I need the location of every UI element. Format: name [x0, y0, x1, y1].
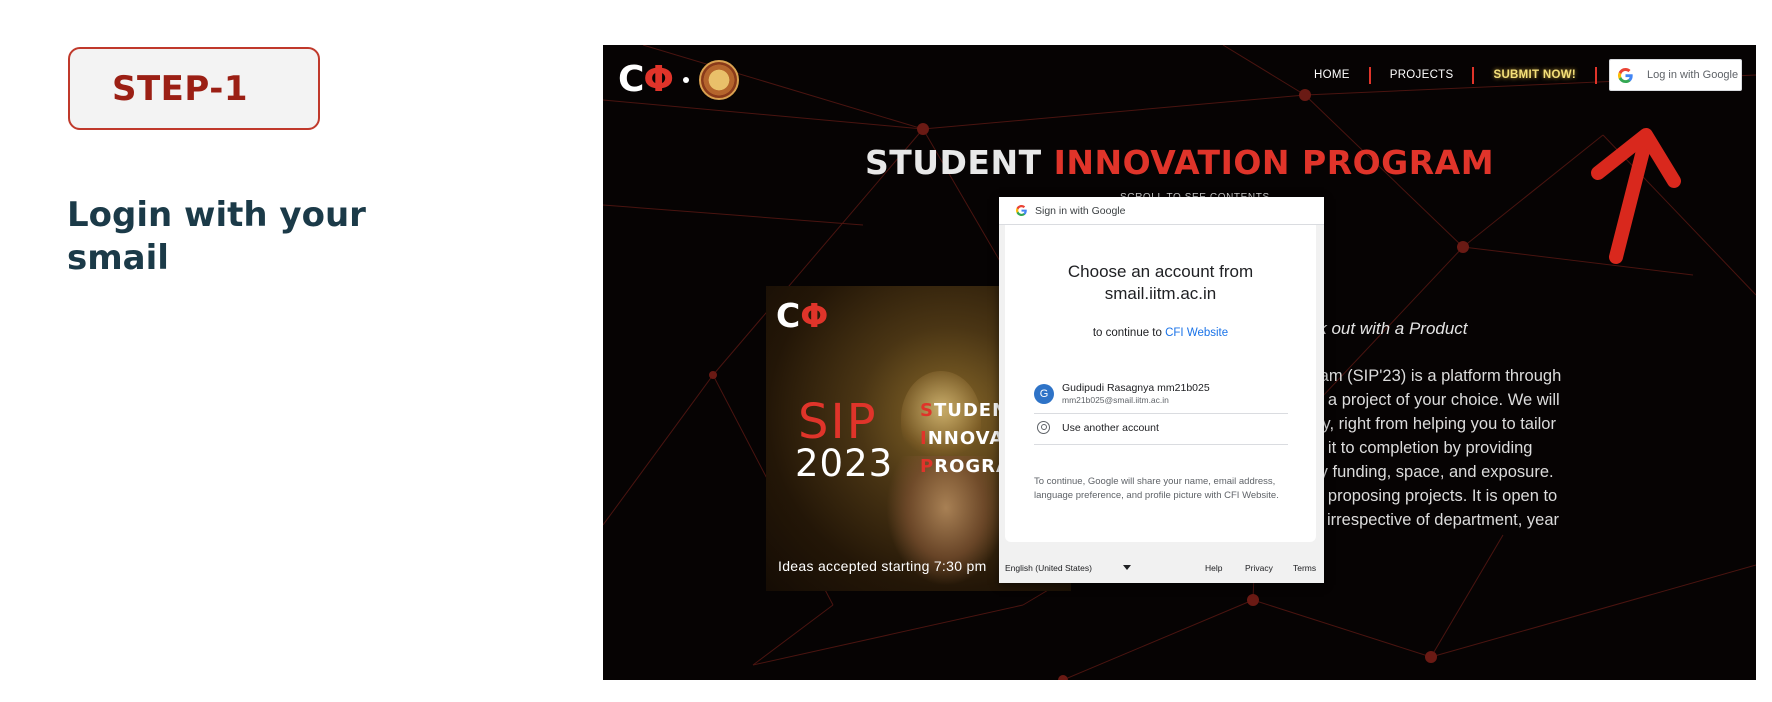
site-logo[interactable]: CΦ	[618, 59, 740, 100]
red-arrow-annotation	[1591, 128, 1681, 264]
terms-link[interactable]: Terms	[1293, 563, 1316, 573]
dialog-title: Choose an account from smail.iitm.ac.in	[1067, 262, 1254, 303]
google-signin-dialog: Sign in with Google Choose an account fr…	[999, 197, 1324, 583]
nav-home[interactable]: HOME	[1295, 69, 1369, 81]
chevron-down-icon[interactable]	[1123, 565, 1131, 570]
dialog-subtitle: to continue to CFI Website	[1092, 327, 1229, 339]
instruction-text: Login with your smail	[67, 195, 366, 278]
dialog-body: Choose an account from smail.iitm.ac.in …	[1005, 225, 1316, 542]
cfi-logo: CΦ	[618, 59, 674, 100]
use-another-account-option[interactable]: Use another account	[1034, 421, 1159, 434]
nav-projects[interactable]: PROJECTS	[1371, 69, 1473, 81]
poster-ideas-text: Ideas accepted starting 7:30 pm	[778, 558, 987, 574]
about-line: on a project of your choice. We will	[1305, 391, 1560, 409]
dialog-header-label: Sign in with Google	[1035, 204, 1126, 217]
account-option[interactable]: G Gudipudi Rasagnya mm21b025 mm21b025@sm…	[1034, 378, 1288, 410]
dialog-footer: English (United States) Help Privacy Ter…	[999, 563, 1324, 577]
about-line: gram (SIP'23) is a platform through	[1305, 367, 1562, 385]
nav-submit-now[interactable]: SUBMIT NOW!	[1474, 69, 1595, 81]
poster-logo: CΦ	[776, 296, 829, 335]
consent-note: To continue, Google will share your name…	[1034, 476, 1279, 501]
step-badge: STEP-1	[68, 47, 320, 130]
use-another-account-label: Use another account	[1062, 421, 1159, 434]
website-screenshot: CΦ HOME PROJECTS SUBMIT NOW! Log in with…	[603, 45, 1756, 680]
about-line: ary funding, space, and exposure.	[1305, 463, 1554, 481]
poster-year: 2023	[795, 442, 894, 485]
google-login-label: Log in with Google	[1647, 69, 1739, 81]
iitm-seal-icon	[699, 59, 740, 100]
privacy-link[interactable]: Privacy	[1245, 563, 1273, 573]
about-line: as irrespective of department, year	[1305, 511, 1560, 529]
step-label: STEP-1	[112, 68, 248, 109]
google-login-button[interactable]: Log in with Google	[1609, 59, 1742, 91]
poster-title-line: STUDEN	[920, 400, 1009, 421]
logo-separator-dot	[683, 76, 690, 83]
divider	[1034, 444, 1288, 445]
google-icon	[1016, 205, 1027, 216]
account-circle-icon	[1037, 421, 1050, 434]
about-line: ng it to completion by providing	[1305, 439, 1533, 457]
tagline: alk out with a Product	[1305, 319, 1468, 338]
poster-title-line: PROGRA	[920, 456, 1011, 477]
top-nav: HOME PROJECTS SUBMIT NOW! Log in with Go…	[1295, 59, 1742, 91]
help-link[interactable]: Help	[1205, 563, 1222, 573]
dialog-header: Sign in with Google	[999, 197, 1324, 225]
nav-divider	[1595, 66, 1597, 84]
poster-title-line: INNOVA	[920, 428, 1005, 449]
cfi-website-link[interactable]: CFI Website	[1165, 327, 1228, 339]
account-email: mm21b025@smail.iitm.ac.in	[1062, 395, 1169, 405]
language-select[interactable]: English (United States)	[1005, 563, 1092, 573]
about-line: on proposing projects. It is open to	[1305, 487, 1558, 505]
avatar: G	[1034, 384, 1054, 404]
google-icon	[1618, 67, 1633, 83]
page-headline: STUDENT INNOVATION PROGRAM	[864, 143, 1495, 182]
divider	[1034, 413, 1288, 414]
about-line: vay, right from helping you to tailor	[1305, 415, 1556, 433]
account-name: Gudipudi Rasagnya mm21b025	[1062, 382, 1210, 394]
